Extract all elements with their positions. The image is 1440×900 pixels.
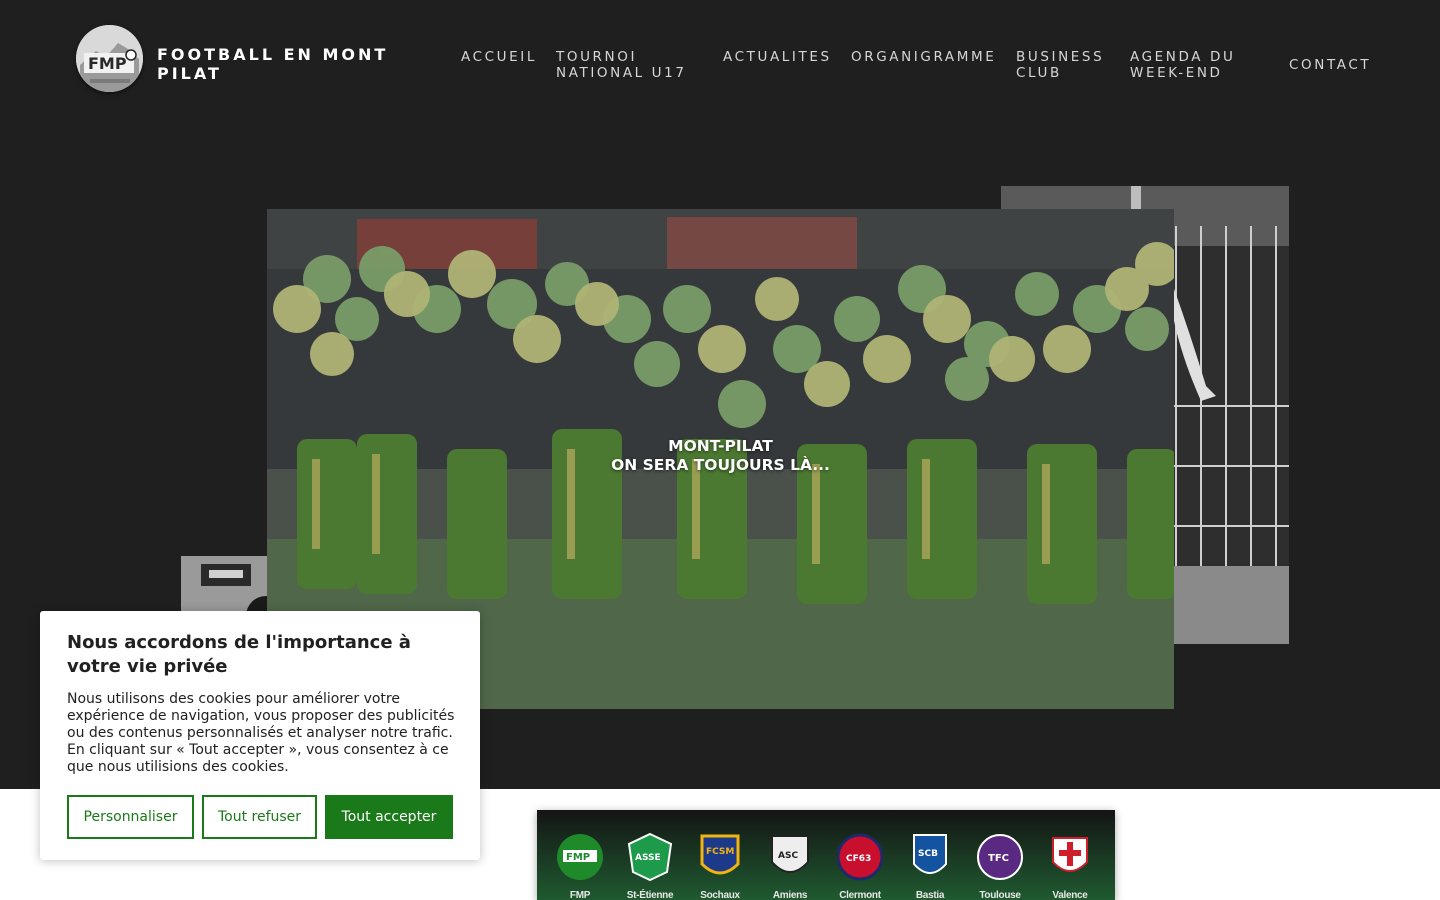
club-name-st-etienne: St-Étienne [626,890,674,900]
cookie-consent-panel: Nous accordons de l'importance à votre v… [40,611,480,860]
club-name-clermont: Clermont [839,890,881,900]
club-name-toulouse: Toulouse [979,890,1021,900]
fmp-crest-icon: FMP [557,834,603,880]
club-name-bastia: Bastia [915,890,945,900]
cookie-reject-button[interactable]: Tout refuser [202,795,317,839]
valence-crest-icon [1052,837,1088,872]
small-bw-photo [181,556,271,616]
svg-text:TFC: TFC [988,853,1009,864]
nav-organigramme[interactable]: ORGANIGRAMME [851,49,996,65]
site-logo[interactable]: FMP [76,25,143,92]
cookie-body: Nous utilisons des cookies pour améliore… [67,691,455,775]
club-clermont: CF63 Clermont [830,832,890,900]
svg-text:FCSM: FCSM [706,847,734,857]
club-amiens: ASC Amiens [760,832,820,900]
nav-actualites[interactable]: ACTUALITES [723,49,832,65]
club-bastia: SCB Bastia [900,832,960,900]
club-name-sochaux: Sochaux [700,890,740,900]
club-name-valence: Valence [1052,890,1088,900]
nav-tournoi-national-u17[interactable]: TOURNOI NATIONAL U17 [556,49,706,81]
clubs-banner: FMP FMP ASSE St-Étienne FCSM Sochaux ASC… [537,810,1115,900]
club-valence: Valence [1040,832,1100,900]
nav-contact[interactable]: CONTACT [1289,57,1371,73]
club-sochaux: FCSM Sochaux [690,832,750,900]
asse-crest-icon: ASSE [627,832,673,882]
svg-text:FMP: FMP [566,852,590,863]
cookie-customize-button[interactable]: Personnaliser [67,795,194,839]
svg-text:ASC: ASC [778,851,798,861]
svg-text:SCB: SCB [918,849,938,859]
hero-line-1: MONT-PILAT [668,437,773,455]
club-toulouse: TFC Toulouse [970,832,1030,900]
fcsm-crest-icon: FCSM [700,834,740,875]
fmp-logo-icon: FMP [76,25,143,92]
cookie-accept-button[interactable]: Tout accepter [325,795,453,839]
nav-business-club[interactable]: BUSINESS CLUB [1016,49,1116,81]
amiens-crest-icon: ASC [771,835,809,873]
nav-accueil[interactable]: ACCUEIL [461,49,537,65]
club-fmp: FMP FMP [550,832,610,900]
hero-line-2: ON SERA TOUJOURS LÀ... [611,456,830,474]
cookie-title: Nous accordons de l'importance à votre v… [67,632,411,677]
club-st-etienne: ASSE St-Étienne [620,832,680,900]
bastia-crest-icon: SCB [913,834,947,874]
club-name-fmp: FMP [569,890,591,900]
hero-caption: MONT-PILAT ON SERA TOUJOURS LÀ... [267,437,1174,475]
svg-text:ASSE: ASSE [635,853,661,863]
logo-text: FMP [88,54,127,73]
site-title[interactable]: FOOTBALL EN MONT PILAT [157,45,397,83]
nav-agenda-du-week-end[interactable]: AGENDA DU WEEK-END [1130,49,1250,81]
club-name-amiens: Amiens [772,890,808,900]
clermont-crest-icon: CF63 [836,833,884,881]
small-photo-illustration-icon [181,556,271,616]
toulouse-crest-icon: TFC [977,834,1023,880]
svg-text:CF63: CF63 [846,854,871,864]
